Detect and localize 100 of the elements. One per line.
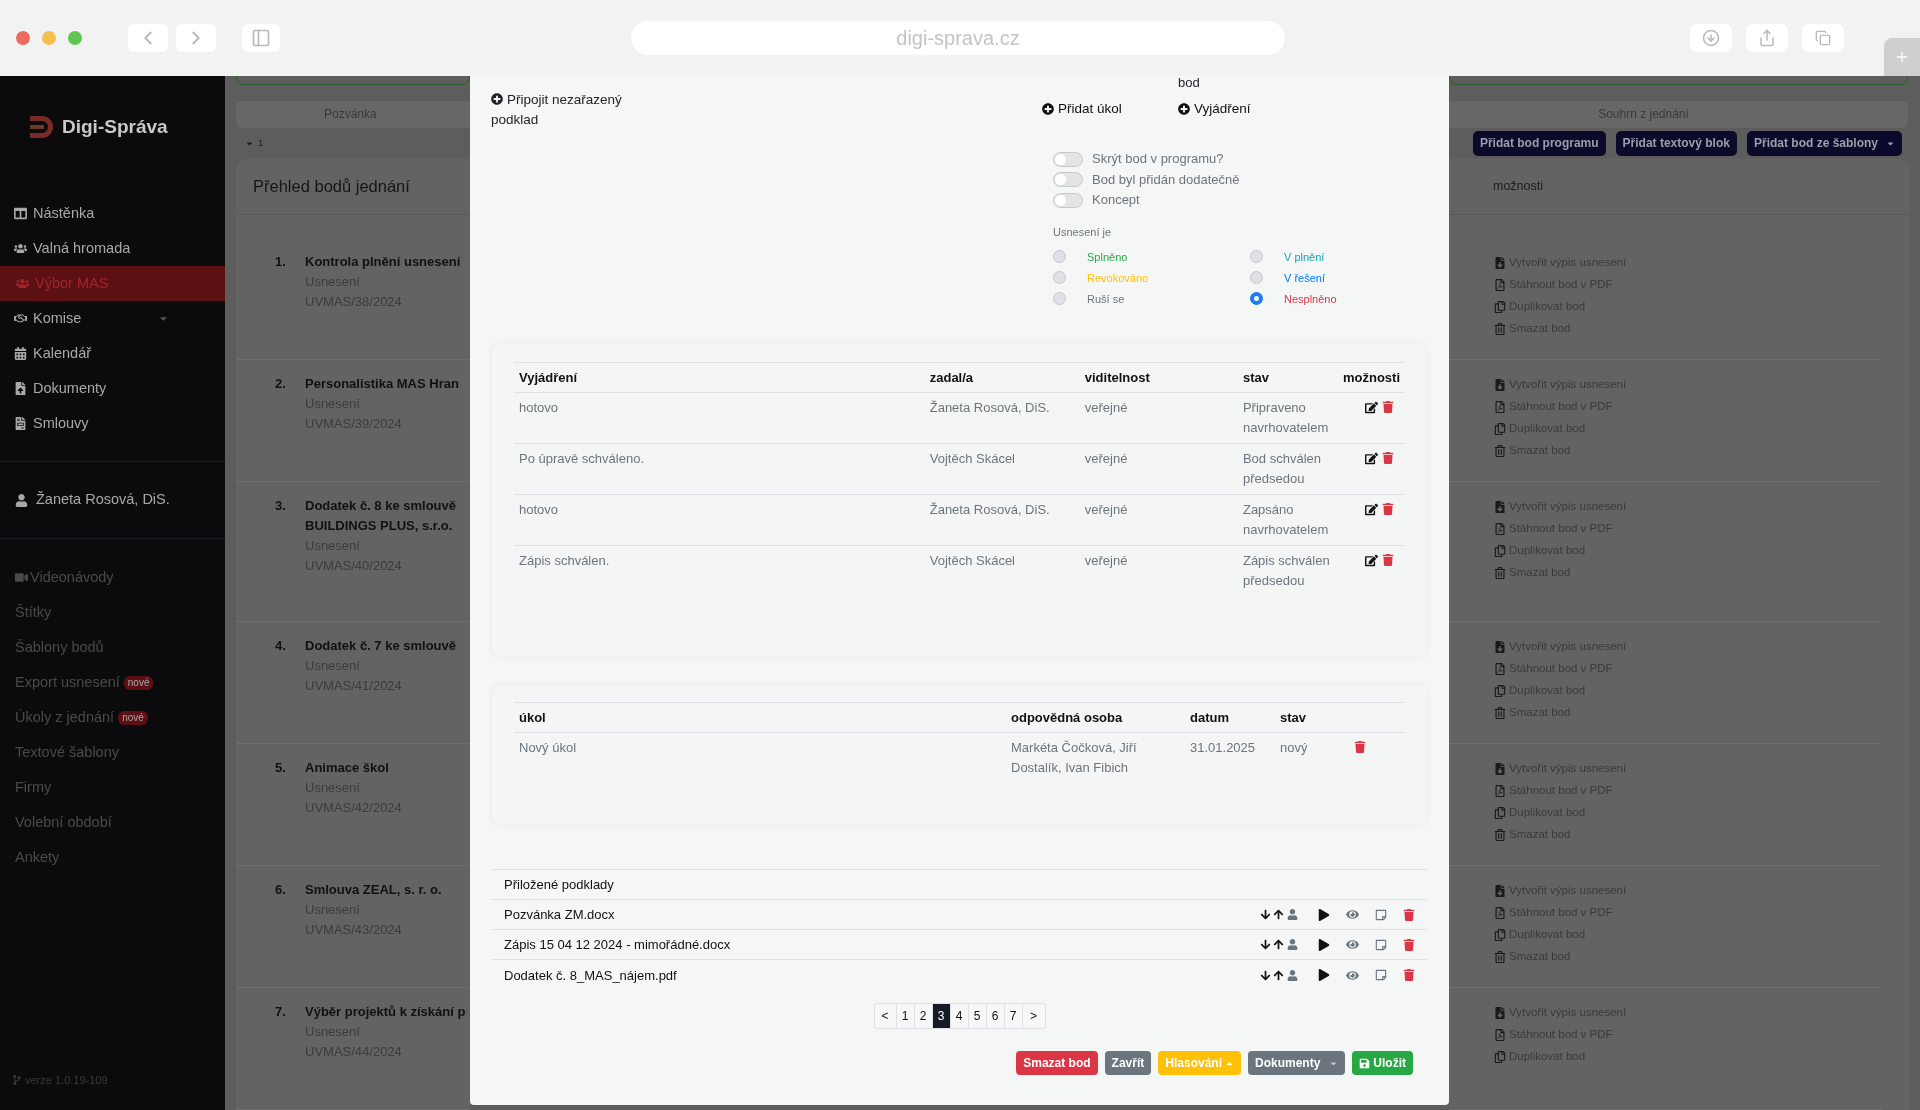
arrow-up-icon[interactable] <box>1273 939 1284 951</box>
sidebar-item[interactable]: Nástěnka <box>0 196 225 231</box>
user-icon[interactable] <box>1287 969 1298 981</box>
arrow-up-icon[interactable] <box>1273 969 1284 981</box>
arrow-down-icon[interactable] <box>1260 909 1271 921</box>
note-icon[interactable] <box>1375 969 1387 982</box>
sidebar-item[interactable]: Štítky <box>0 595 225 630</box>
video-camera-icon <box>15 571 28 584</box>
toggle-label: Bod byl přidán dodatečně <box>1092 170 1240 189</box>
action-button[interactable]: Hlasování <box>1158 1051 1241 1076</box>
eye-icon[interactable] <box>1346 938 1359 952</box>
copy-icon <box>1494 1051 1506 1063</box>
play-icon[interactable] <box>1318 908 1330 921</box>
sidebar-item[interactable]: Volební období <box>0 805 225 840</box>
toggle-switch[interactable] <box>1053 192 1083 208</box>
trash-icon[interactable] <box>1403 969 1415 982</box>
table-cell: Žaneta Rosová, DiS. <box>924 494 1080 546</box>
eye-icon[interactable] <box>1346 908 1359 922</box>
note-icon[interactable] <box>1375 938 1387 951</box>
sidebar-item[interactable]: Kalendář <box>0 336 225 371</box>
trash-icon[interactable] <box>1382 554 1394 567</box>
branch-icon <box>12 1074 22 1085</box>
arrow-down-icon[interactable] <box>1260 969 1271 981</box>
sidebar-item[interactable]: Textové šablony <box>0 735 225 770</box>
item-title[interactable]: Personalistika MAS Hran <box>305 374 459 394</box>
add-button[interactable]: Přidat bod ze šablony <box>1746 130 1902 156</box>
trash-icon[interactable] <box>1403 938 1415 951</box>
sidebar-item[interactable]: Úkoly z jednání nové <box>0 700 225 735</box>
trash-icon[interactable] <box>1382 503 1394 516</box>
edit-icon[interactable] <box>1365 554 1378 568</box>
attachment-link[interactable]: Pozvánka ZM.docx <box>504 905 615 925</box>
action-button[interactable]: Dokumenty <box>1248 1051 1346 1076</box>
item-title[interactable]: BUILDINGS PLUS, s.r.o. <box>305 516 456 536</box>
table-cell: hotovo <box>514 494 925 546</box>
radio-button[interactable] <box>1053 250 1066 264</box>
sidebar-item[interactable]: Šablony bodů <box>0 630 225 665</box>
pdf-file-icon <box>1494 279 1506 291</box>
page-button[interactable]: 2 <box>914 1004 933 1029</box>
trash-icon[interactable] <box>1354 741 1366 754</box>
address-bar[interactable]: digi-sprava.cz <box>631 21 1285 55</box>
item-title[interactable]: Animace škol <box>305 758 402 778</box>
item-title[interactable]: Výběr projektů k získání p <box>305 1002 466 1022</box>
toggle-switch[interactable] <box>1053 151 1083 167</box>
trash-icon[interactable] <box>1382 452 1394 465</box>
calendar-icon <box>14 347 27 360</box>
sidebar-item[interactable]: Komise <box>0 301 225 336</box>
next-page-button[interactable]: > <box>1022 1004 1045 1029</box>
user-icon[interactable] <box>1287 939 1298 951</box>
play-icon[interactable] <box>1318 938 1330 951</box>
edit-icon[interactable] <box>1365 452 1378 466</box>
add-task-link[interactable]: Přidat úkol <box>1042 99 1178 120</box>
radio-button[interactable] <box>1053 271 1066 285</box>
action-button[interactable]: Zavřít <box>1104 1051 1152 1076</box>
page-button[interactable]: 7 <box>1004 1004 1023 1029</box>
arrow-down-icon[interactable] <box>1260 939 1271 951</box>
sidebar-item[interactable]: Export usnesení nové <box>0 665 225 700</box>
page-button[interactable]: 5 <box>968 1004 987 1029</box>
sidebar-item[interactable]: Smlouvy <box>0 406 225 441</box>
action-button[interactable]: Smazat bod <box>1016 1051 1098 1076</box>
note-icon[interactable] <box>1375 908 1387 921</box>
arrow-up-icon[interactable] <box>1273 909 1284 921</box>
radio-button[interactable] <box>1250 250 1263 264</box>
eye-icon[interactable] <box>1346 968 1359 982</box>
user-icon[interactable] <box>1287 909 1298 921</box>
attachment-link[interactable]: Zápis 15 04 12 2024 - mimořádné.docx <box>504 935 731 955</box>
attach-link[interactable]: Připojit nezařazený podklad <box>491 90 641 130</box>
sidebar-item[interactable]: Dokumenty <box>0 371 225 406</box>
add-statement-link[interactable]: Vyjádření <box>1178 99 1251 120</box>
play-icon[interactable] <box>1318 969 1330 982</box>
user-icon <box>15 493 28 507</box>
sidebar-item[interactable]: Ankety <box>0 840 225 875</box>
sidebar-item[interactable]: Výbor MAS <box>0 266 225 301</box>
add-button[interactable]: Přidat textový blok <box>1615 130 1737 156</box>
sidebar-item[interactable]: Firmy <box>0 770 225 805</box>
sidebar-toggle-button[interactable] <box>242 24 280 52</box>
toggle-switch[interactable] <box>1053 172 1083 187</box>
sidebar-item[interactable]: Valná hromada <box>0 231 225 266</box>
sidebar-item[interactable]: Videonávody <box>0 560 225 595</box>
add-button[interactable]: Přidat bod programu <box>1472 130 1606 156</box>
trash-icon[interactable] <box>1403 908 1415 921</box>
close-window-icon[interactable] <box>16 31 30 45</box>
edit-icon[interactable] <box>1365 401 1378 415</box>
page-button[interactable]: 4 <box>950 1004 969 1029</box>
user-name[interactable]: Žaneta Rosová, DiS. <box>36 489 170 511</box>
edit-icon[interactable] <box>1365 503 1378 517</box>
trash-icon[interactable] <box>1382 401 1394 414</box>
page-button[interactable]: 1 <box>896 1004 915 1029</box>
item-title[interactable]: Smlouva ZEAL, s. r. o. <box>305 880 442 900</box>
previous-page-button[interactable]: < <box>874 1004 897 1029</box>
page-button[interactable]: 6 <box>986 1004 1005 1029</box>
table-cell: Zapsáno navrhovatelem <box>1237 494 1338 546</box>
item-title[interactable]: Dodatek č. 8 ke smlouvě <box>305 496 456 516</box>
item-title[interactable]: Dodatek č. 7 ke smlouvě <box>305 636 456 656</box>
action-button[interactable]: Uložit <box>1352 1051 1413 1076</box>
radio-button[interactable] <box>1250 271 1263 285</box>
radio-button[interactable] <box>1053 292 1066 306</box>
column-header: Vyjádření <box>514 362 925 393</box>
attachment-link[interactable]: Dodatek č. 8_MAS_nájem.pdf <box>504 965 677 985</box>
radio-button[interactable] <box>1250 292 1263 306</box>
item-title[interactable]: Kontrola plnění usnesení <box>305 252 461 272</box>
